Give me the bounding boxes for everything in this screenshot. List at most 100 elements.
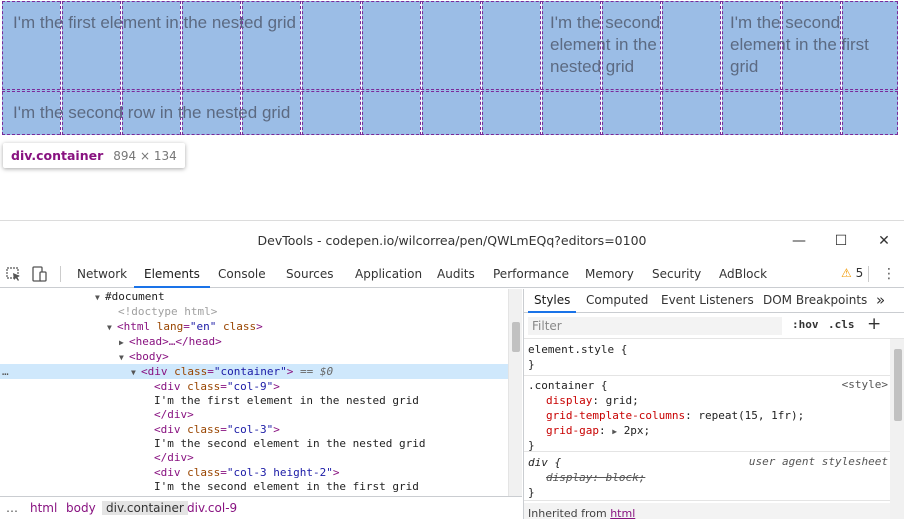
tree-text-node[interactable]: I'm the first element in the nested grid xyxy=(154,393,419,408)
grid-row-line xyxy=(2,91,898,92)
expand-triangle-icon[interactable]: ▼ xyxy=(95,290,105,305)
rule-user-agent-div: div { user agent stylesheet display: blo… xyxy=(524,455,890,501)
grid-line xyxy=(2,1,3,135)
breadcrumb: … html body div.container div.col-9 xyxy=(0,496,522,519)
maximize-button[interactable]: ☐ xyxy=(831,231,851,251)
tab-security[interactable]: Security xyxy=(652,260,701,288)
tree-node-container-selected[interactable]: … ▼ <div class="container"> == $0 xyxy=(0,364,508,379)
grid-line xyxy=(420,1,421,135)
tree-node-head[interactable]: ▶ <head>…</head> xyxy=(119,334,222,349)
tab-dom-breakpoints[interactable]: DOM Breakpoints xyxy=(763,289,867,313)
toolbar-separator xyxy=(868,266,869,282)
expand-triangle-icon[interactable]: ▼ xyxy=(119,350,129,365)
grid-row-line xyxy=(2,134,898,135)
expand-triangle-icon[interactable]: ▼ xyxy=(107,320,117,335)
tab-memory[interactable]: Memory xyxy=(585,260,634,288)
grid-line xyxy=(897,1,898,135)
tree-node-body[interactable]: ▼ <body> xyxy=(119,349,169,364)
gutter-ellipsis: … xyxy=(2,365,9,378)
new-rule-plus-icon[interactable]: + xyxy=(867,314,881,334)
tree-node-col3[interactable]: <div class="col-3"> xyxy=(154,422,280,437)
grid-line xyxy=(720,1,721,135)
styles-filter-input[interactable] xyxy=(528,317,782,335)
tree-node-doctype[interactable]: <!doctype html> xyxy=(118,304,217,319)
tab-network[interactable]: Network xyxy=(77,260,127,288)
css-declaration[interactable]: grid-gap: ▶ 2px; xyxy=(528,423,890,438)
rule-source-link[interactable]: <style> xyxy=(842,378,888,391)
styles-pane: Styles Computed Event Listeners DOM Brea… xyxy=(523,289,904,519)
tree-node-close-tag[interactable]: </div> xyxy=(154,450,194,465)
tree-node-document[interactable]: ▼ #document xyxy=(95,289,165,304)
collapsed-triangle-icon[interactable]: ▶ xyxy=(119,335,129,350)
device-toolbar-button[interactable] xyxy=(29,264,49,284)
tree-node-html[interactable]: ▼ <html lang="en" class> xyxy=(107,319,263,334)
rule-selector[interactable]: .container { xyxy=(528,378,890,393)
tab-styles[interactable]: Styles xyxy=(528,289,577,313)
tab-performance[interactable]: Performance xyxy=(493,260,569,288)
tree-text-node[interactable]: I'm the second element in the first grid xyxy=(154,479,419,494)
tree-node-close-tag[interactable]: </div> xyxy=(154,407,194,422)
tab-console[interactable]: Console xyxy=(218,260,266,288)
breadcrumb-div-container[interactable]: div.container xyxy=(102,501,188,515)
class-toggle-button[interactable]: .cls xyxy=(828,318,855,331)
tab-adblock[interactable]: AdBlock xyxy=(719,260,767,288)
devtools-window: DevTools - codepen.io/wilcorrea/pen/QWLm… xyxy=(0,220,904,519)
more-options-button[interactable]: ⋮ xyxy=(882,264,896,284)
warning-icon: ⚠ xyxy=(841,266,852,280)
grid-line xyxy=(300,1,301,135)
tooltip-element-size: 894 × 134 xyxy=(113,148,177,163)
grid-item-second-nested: I'm the second element in the nested gri… xyxy=(550,13,661,76)
scrollbar-thumb[interactable] xyxy=(894,349,902,421)
rule-source-user-agent: user agent stylesheet xyxy=(748,455,888,468)
grid-line xyxy=(360,1,361,135)
expand-shorthand-triangle-icon[interactable]: ▶ xyxy=(612,427,617,436)
rule-container: .container { <style> display: grid; grid… xyxy=(524,378,890,452)
kebab-menu-icon: ⋮ xyxy=(882,266,896,282)
overridden-declaration: display: block; xyxy=(546,471,646,484)
breadcrumb-more[interactable]: … xyxy=(6,501,18,515)
warnings-counter[interactable]: ⚠ 5 xyxy=(841,266,863,280)
grid-item-second-first: I'm the second element in the first grid xyxy=(730,13,869,76)
devtools-toolbar: Network Elements Console Sources Applica… xyxy=(0,260,904,288)
grid-line xyxy=(302,1,303,135)
elements-scrollbar[interactable] xyxy=(508,289,522,496)
window-title: DevTools - codepen.io/wilcorrea/pen/QWLm… xyxy=(257,233,647,248)
tab-application[interactable]: Application xyxy=(355,260,422,288)
grid-overlay: I'm the first element in the nested grid… xyxy=(2,1,898,135)
tab-audits[interactable]: Audits xyxy=(437,260,475,288)
tree-node-col9[interactable]: <div class="col-9"> xyxy=(154,379,280,394)
styles-filter-row: :hov .cls + xyxy=(524,313,904,339)
breadcrumb-body[interactable]: body xyxy=(66,501,96,515)
grid-line xyxy=(480,1,481,135)
styles-scrollbar[interactable] xyxy=(890,339,904,519)
grid-item-second-row: I'm the second row in the nested grid xyxy=(13,103,291,122)
tab-sources[interactable]: Sources xyxy=(286,260,333,288)
grid-line xyxy=(540,1,541,135)
grid-row-line xyxy=(2,1,898,2)
close-icon: ✕ xyxy=(878,233,890,249)
grid-row-line xyxy=(2,89,898,90)
page-preview: I'm the first element in the nested grid… xyxy=(0,0,904,220)
rule-selector[interactable]: element.style { xyxy=(528,342,890,357)
inspect-element-button[interactable] xyxy=(4,264,24,284)
breadcrumb-div-col9[interactable]: div.col-9 xyxy=(187,501,237,515)
css-declaration[interactable]: grid-template-columns: repeat(15, 1fr); xyxy=(528,408,890,423)
grid-line xyxy=(482,1,483,135)
tab-computed[interactable]: Computed xyxy=(586,289,648,313)
inherited-element-link[interactable]: html xyxy=(610,507,635,519)
close-button[interactable]: ✕ xyxy=(874,231,894,251)
css-declaration[interactable]: display: grid; xyxy=(528,393,890,408)
scrollbar-thumb[interactable] xyxy=(512,322,520,352)
maximize-icon: ☐ xyxy=(834,233,848,249)
tab-event-listeners[interactable]: Event Listeners xyxy=(661,289,754,313)
tree-text-node[interactable]: I'm the second element in the nested gri… xyxy=(154,436,426,451)
minimize-button[interactable]: — xyxy=(789,231,809,251)
elements-tree: ▼ #document <!doctype html> ▼ <html lang="… xyxy=(0,289,522,496)
breadcrumb-html[interactable]: html xyxy=(30,501,57,515)
more-tabs-chevron-icon[interactable]: » xyxy=(876,289,885,313)
grid-line xyxy=(542,1,543,135)
tree-node-col3-height2[interactable]: <div class="col-3 height-2"> xyxy=(154,465,339,480)
hover-state-button[interactable]: :hov xyxy=(792,318,819,331)
expand-triangle-icon[interactable]: ▼ xyxy=(131,365,141,380)
tab-elements[interactable]: Elements xyxy=(134,260,210,288)
